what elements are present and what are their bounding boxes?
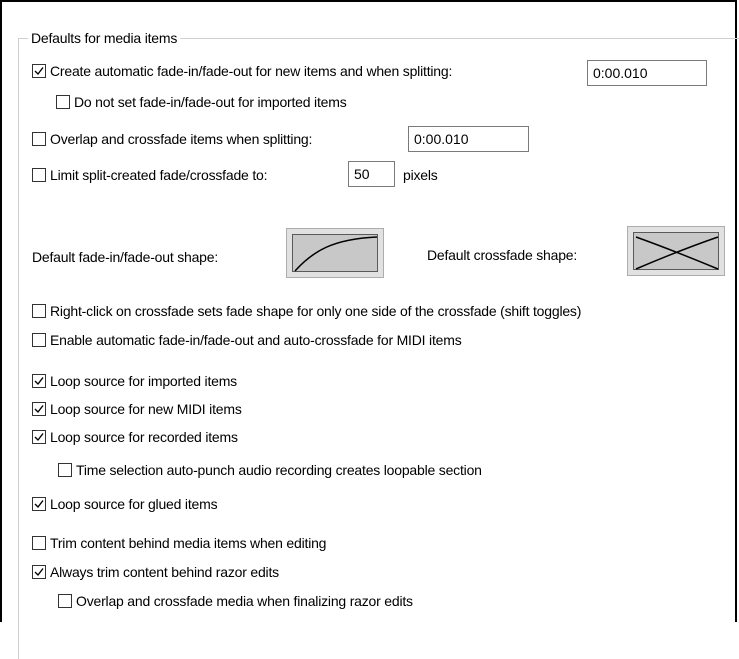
crossfade-shape-button[interactable]	[627, 226, 725, 276]
limit-split-label: Limit split-created fade/crossfade to:	[50, 167, 268, 183]
auto-fade-length-input[interactable]: 0:00.010	[587, 60, 707, 86]
midi-auto-fade-row: Enable automatic fade-in/fade-out and au…	[32, 332, 462, 348]
trim-razor-row: Always trim content behind razor edits	[32, 564, 279, 580]
overlap-split-label: Overlap and crossfade items when splitti…	[50, 131, 313, 147]
loop-recorded-checkbox[interactable]	[32, 430, 46, 444]
overlap-split-length-input[interactable]: 0:00.010	[408, 126, 529, 152]
limit-split-pixels-input[interactable]: 50	[348, 161, 395, 187]
fade-curve-icon	[292, 234, 378, 272]
right-click-crossfade-checkbox[interactable]	[32, 304, 46, 318]
crossfade-shape-label: Default crossfade shape:	[427, 247, 578, 263]
loop-imported-row: Loop source for imported items	[32, 373, 237, 389]
time-selection-punch-label: Time selection auto-punch audio recordin…	[76, 462, 482, 478]
overlap-razor-label: Overlap and crossfade media when finaliz…	[76, 593, 413, 609]
checkmark-icon	[34, 433, 44, 442]
checkmark-icon	[34, 67, 44, 76]
right-click-crossfade-row: Right-click on crossfade sets fade shape…	[32, 303, 581, 319]
loop-imported-label: Loop source for imported items	[50, 373, 237, 389]
auto-fade-checkbox[interactable]	[32, 64, 46, 78]
no-imported-fade-row: Do not set fade-in/fade-out for imported…	[56, 94, 347, 110]
trim-behind-checkbox[interactable]	[32, 536, 46, 550]
checkmark-icon	[34, 377, 44, 386]
loop-new-midi-checkbox[interactable]	[32, 402, 46, 416]
loop-imported-checkbox[interactable]	[32, 374, 46, 388]
overlap-razor-checkbox[interactable]	[58, 594, 72, 608]
limit-split-checkbox[interactable]	[32, 168, 46, 182]
loop-glued-label: Loop source for glued items	[50, 496, 218, 512]
loop-new-midi-label: Loop source for new MIDI items	[50, 401, 242, 417]
midi-auto-fade-checkbox[interactable]	[32, 333, 46, 347]
loop-new-midi-row: Loop source for new MIDI items	[32, 401, 242, 417]
checkmark-icon	[34, 405, 44, 414]
trim-behind-label: Trim content behind media items when edi…	[50, 535, 327, 551]
overlap-split-checkbox[interactable]	[32, 132, 46, 146]
trim-razor-label: Always trim content behind razor edits	[50, 564, 279, 580]
time-selection-punch-checkbox[interactable]	[58, 463, 72, 477]
loop-glued-checkbox[interactable]	[32, 497, 46, 511]
no-imported-fade-checkbox[interactable]	[56, 95, 70, 109]
time-selection-punch-row: Time selection auto-punch audio recordin…	[58, 462, 482, 478]
pixels-unit-label: pixels	[403, 167, 438, 183]
checkmark-icon	[34, 500, 44, 509]
group-title: Defaults for media items	[28, 30, 181, 46]
limit-split-row: Limit split-created fade/crossfade to:	[32, 167, 267, 183]
overlap-razor-row: Overlap and crossfade media when finaliz…	[58, 593, 413, 609]
checkmark-icon	[34, 568, 44, 577]
trim-behind-row: Trim content behind media items when edi…	[32, 535, 326, 551]
loop-recorded-row: Loop source for recorded items	[32, 429, 238, 445]
fade-shape-button[interactable]	[286, 228, 384, 278]
midi-auto-fade-label: Enable automatic fade-in/fade-out and au…	[50, 332, 462, 348]
loop-glued-row: Loop source for glued items	[32, 496, 218, 512]
right-click-crossfade-label: Right-click on crossfade sets fade shape…	[50, 303, 582, 319]
overlap-split-row: Overlap and crossfade items when splitti…	[32, 131, 312, 147]
fade-shape-label: Default fade-in/fade-out shape:	[32, 249, 219, 265]
auto-fade-row: Create automatic fade-in/fade-out for ne…	[32, 63, 452, 79]
crossfade-x-icon	[633, 232, 719, 270]
trim-razor-checkbox[interactable]	[32, 565, 46, 579]
no-imported-fade-label: Do not set fade-in/fade-out for imported…	[74, 94, 347, 110]
loop-recorded-label: Loop source for recorded items	[50, 429, 238, 445]
auto-fade-label: Create automatic fade-in/fade-out for ne…	[50, 63, 453, 79]
